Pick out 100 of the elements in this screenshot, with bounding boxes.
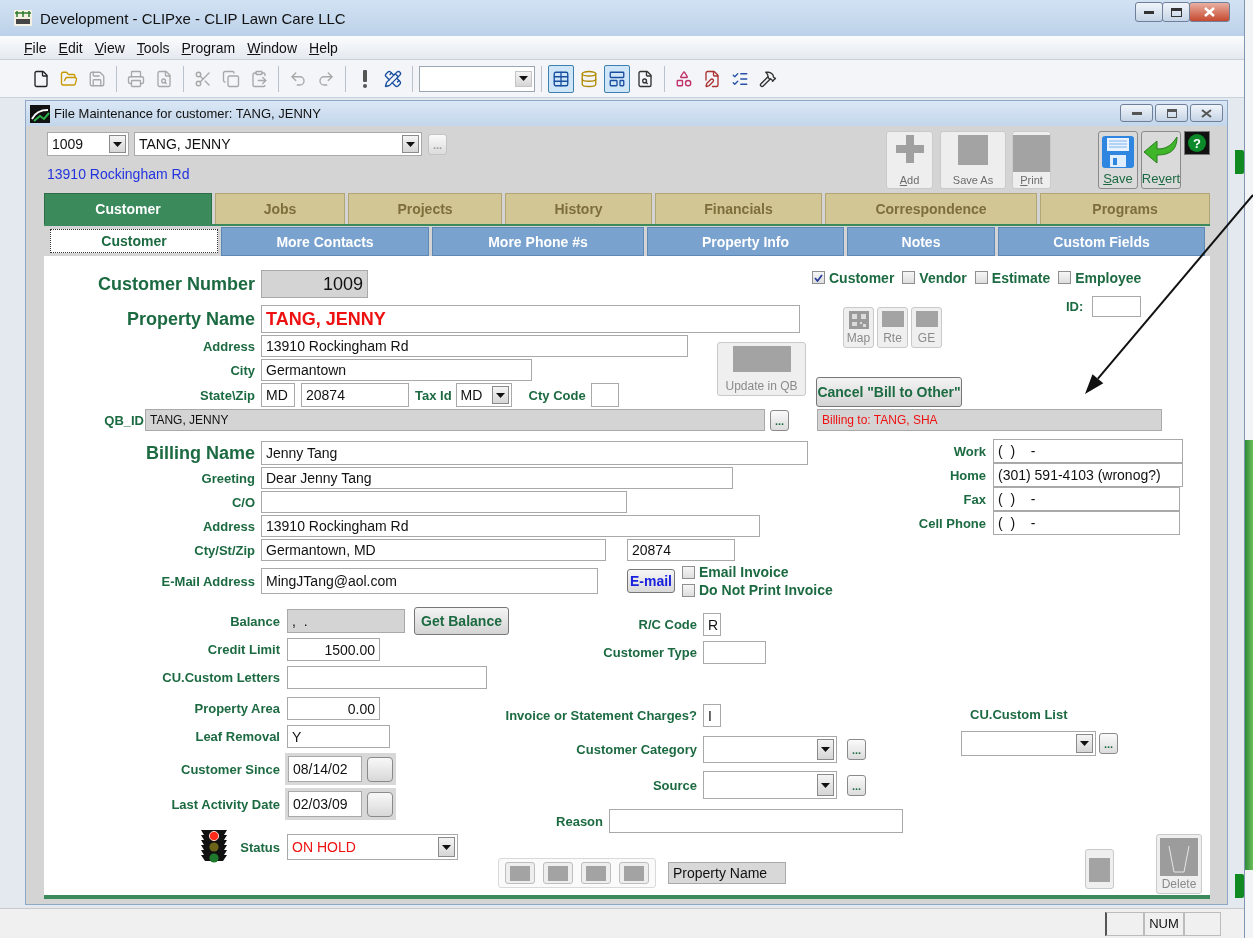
nav-button[interactable] (581, 862, 611, 884)
save-button[interactable]: Save (1098, 131, 1138, 189)
exclamation-icon (362, 69, 368, 88)
text-field[interactable]: 13910 Rockingham Rd (261, 515, 760, 537)
billing-to-field: Billing to: TANG, SHA (817, 409, 1162, 431)
text-field[interactable]: MD (261, 383, 295, 407)
caret-icon (519, 76, 528, 81)
checkbox[interactable] (682, 565, 695, 579)
shapes-icon (675, 69, 693, 88)
image-button[interactable] (1085, 849, 1114, 889)
table-icon (552, 69, 570, 88)
checkbox[interactable] (902, 271, 916, 284)
phone-field[interactable]: ( ) - (993, 439, 1183, 463)
caret-icon (821, 747, 830, 752)
field-label: Work (952, 443, 986, 459)
browse-button[interactable]: ... (847, 739, 866, 760)
checkbox-label: Vendor (919, 269, 967, 286)
number-field[interactable]: 1500.00 (287, 638, 380, 661)
minimize-button[interactable] (1135, 2, 1163, 22)
tax-id-dropdown[interactable]: MD (455, 383, 512, 407)
checkbox[interactable] (682, 583, 695, 597)
text-field[interactable]: 20874 (627, 539, 735, 561)
browse-button[interactable]: ... (847, 774, 866, 796)
menu-item[interactable]: Help (303, 39, 344, 56)
text-field[interactable] (287, 666, 487, 689)
field-label: State\Zip (199, 387, 255, 403)
caret-icon (495, 392, 505, 398)
custom-list-dropdown[interactable] (961, 731, 1096, 756)
text-field[interactable] (1092, 296, 1142, 317)
tab[interactable]: Customer (44, 193, 212, 224)
menu-item[interactable]: View (88, 39, 131, 56)
text-field[interactable]: Dear Jenny Tang (261, 467, 733, 489)
menu-item[interactable]: Edit (52, 39, 89, 56)
menu-item[interactable]: Window (241, 39, 304, 56)
customer-name-dropdown[interactable]: TANG, JENNY (134, 132, 422, 156)
num-lock-indicator: NUM (1144, 911, 1184, 936)
minimize-icon (1131, 111, 1142, 115)
caret-icon (821, 782, 830, 788)
category-dropdown[interactable] (703, 736, 837, 763)
text-field[interactable]: TANG, JENNY (261, 305, 800, 333)
field-label: Leaf Removal (194, 729, 280, 744)
field-label: ID: (1066, 299, 1084, 314)
field-label: Property Area (193, 701, 280, 716)
customer-number-dropdown[interactable]: 1009 (47, 132, 129, 156)
address-link[interactable]: 13910 Rockingham Rd (47, 166, 447, 182)
grid-button[interactable] (548, 64, 574, 93)
caret-icon (442, 844, 451, 850)
browse-button[interactable]: ... (1099, 733, 1118, 754)
date-field[interactable]: 08/14/02 (288, 756, 362, 782)
checkbox[interactable] (1058, 271, 1072, 284)
nav-button[interactable] (619, 862, 649, 884)
menu-item[interactable]: File (18, 39, 53, 56)
text-field[interactable]: 20874 (301, 383, 409, 407)
text-field[interactable]: Jenny Tang (261, 441, 808, 465)
phone-field[interactable]: (301) 591-4103 (wronog?) (993, 463, 1183, 487)
email-field[interactable]: MingJTang@aol.com (261, 568, 598, 594)
text-field[interactable]: I (703, 704, 721, 727)
help-button[interactable]: ? (1184, 131, 1210, 155)
plus-icon (895, 135, 924, 163)
maximize-button[interactable] (1162, 2, 1190, 22)
text-field[interactable]: Y (287, 725, 390, 748)
text-field[interactable]: Germantown (261, 359, 532, 381)
nav-button[interactable] (505, 862, 535, 884)
close-button[interactable] (1189, 2, 1230, 22)
menu-item[interactable]: Program (175, 39, 242, 56)
field-label: Tax Id (415, 387, 452, 403)
calendar-button[interactable] (367, 791, 393, 817)
text-field[interactable] (590, 383, 619, 407)
phone-field[interactable]: ( ) - (993, 511, 1180, 535)
field-label: CU.Custom Letters (161, 670, 280, 685)
source-dropdown[interactable] (703, 771, 837, 799)
calendar-button[interactable] (367, 756, 393, 782)
browse-button[interactable]: ... (770, 409, 789, 431)
close-button[interactable] (1190, 104, 1223, 122)
get-balance-button[interactable]: Get Balance (414, 607, 509, 635)
text-field[interactable] (609, 809, 903, 833)
number-field[interactable]: 0.00 (287, 697, 380, 720)
text-field[interactable]: R (703, 613, 721, 636)
checkbox[interactable] (974, 271, 988, 284)
text-field[interactable] (261, 491, 627, 513)
email-button[interactable]: E-mail (627, 569, 675, 593)
menu-item[interactable]: Tools (130, 39, 176, 56)
revert-button[interactable]: Revert (1141, 131, 1181, 189)
text-field[interactable]: Germantown, MD (261, 539, 606, 561)
phone-field[interactable]: ( ) - (993, 487, 1180, 511)
restore-button[interactable] (1155, 104, 1188, 122)
minimize-button[interactable] (1120, 104, 1153, 122)
status-dropdown[interactable]: ON HOLD (287, 834, 458, 860)
text-field[interactable]: 13910 Rockingham Rd (261, 335, 688, 357)
form-button[interactable] (604, 64, 630, 93)
field-label: Address (201, 518, 255, 534)
hammer-icon (759, 69, 777, 88)
text-field[interactable] (703, 641, 766, 664)
field-label: Last Activity Date (170, 796, 280, 812)
cancel-bill-button[interactable]: Cancel "Bill to Other" (816, 377, 962, 407)
checkbox[interactable] (812, 271, 825, 284)
status-panel (1105, 911, 1144, 936)
date-field[interactable]: 02/03/09 (288, 791, 362, 817)
tab[interactable]: Customer (50, 229, 218, 253)
nav-button[interactable] (543, 862, 573, 884)
